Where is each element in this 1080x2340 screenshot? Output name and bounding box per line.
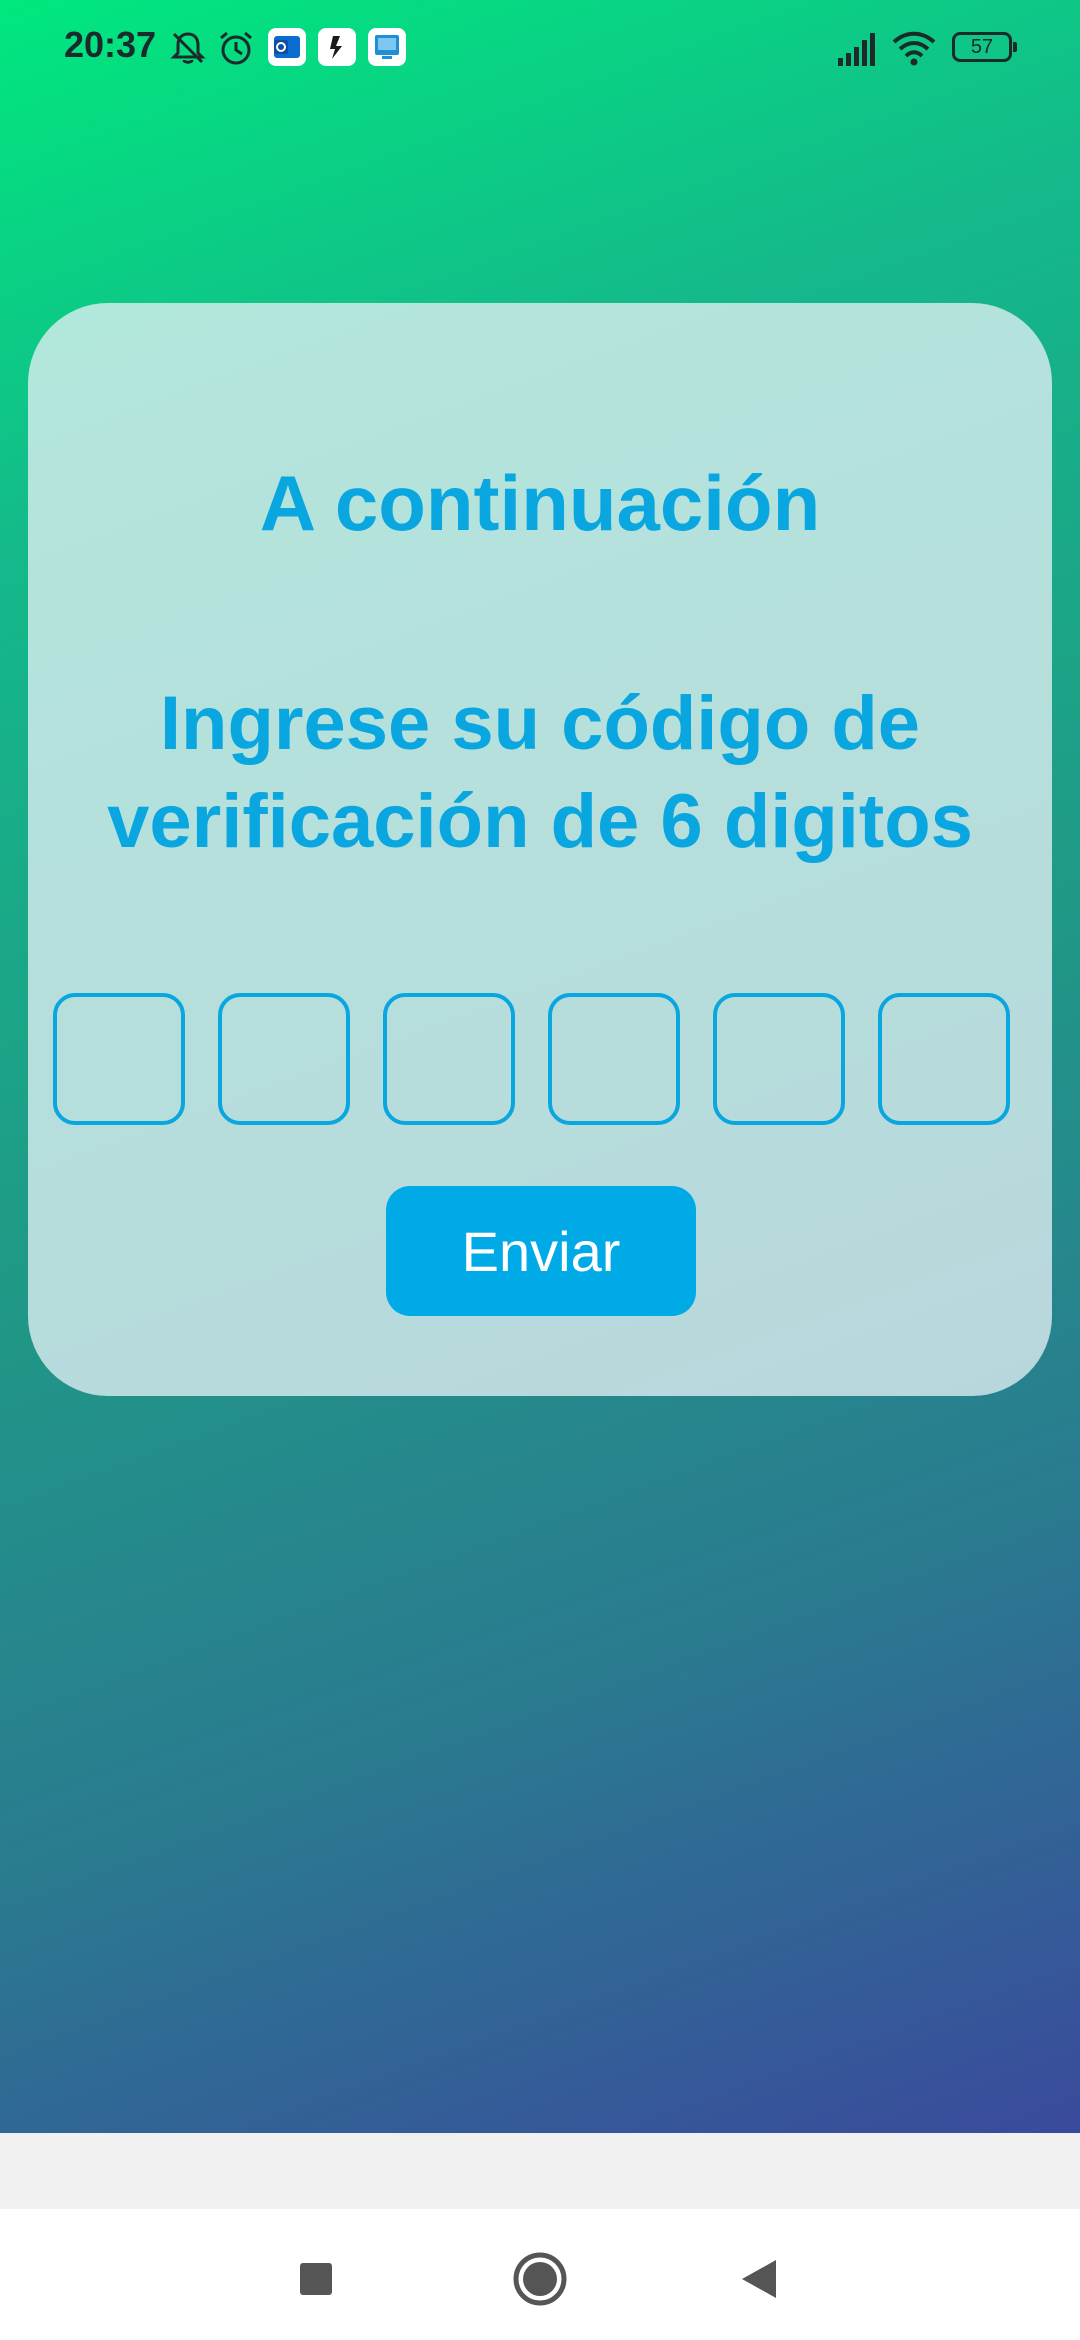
bell-off-icon	[170, 32, 206, 64]
code-digit-5[interactable]	[713, 993, 845, 1125]
card-instructions: Ingrese su código de verificación de 6 d…	[107, 681, 973, 864]
code-digit-2[interactable]	[218, 993, 350, 1125]
code-digit-1[interactable]	[53, 993, 185, 1125]
home-circle-icon[interactable]	[510, 2249, 570, 2309]
verification-card: A continuación Ingrese su código de veri…	[28, 303, 1052, 1396]
code-input-row	[53, 993, 1043, 1129]
app-icon	[318, 28, 356, 66]
code-digit-3[interactable]	[383, 993, 515, 1125]
alarm-icon	[220, 31, 252, 65]
status-time: 20:37	[64, 24, 157, 65]
recents-square-icon[interactable]	[285, 2249, 345, 2309]
card-title: A continuación	[259, 459, 821, 547]
signal-icon	[838, 33, 875, 66]
status-bar: 20:37 57	[0, 0, 1080, 96]
wifi-icon	[892, 31, 936, 66]
send-button[interactable]: Enviar	[386, 1186, 696, 1316]
outlook-icon	[268, 28, 306, 66]
battery-level: 57	[970, 36, 994, 58]
bottom-strip	[0, 2133, 1080, 2209]
screen-app-icon	[368, 28, 406, 66]
navigation-bar	[0, 2209, 1080, 2340]
screen: 20:37 57 A continuación Ingrese su códig…	[0, 0, 1080, 2340]
back-triangle-icon[interactable]	[730, 2249, 790, 2309]
code-digit-4[interactable]	[548, 993, 680, 1125]
code-digit-6[interactable]	[878, 993, 1010, 1125]
battery-icon: 57	[952, 32, 1017, 62]
